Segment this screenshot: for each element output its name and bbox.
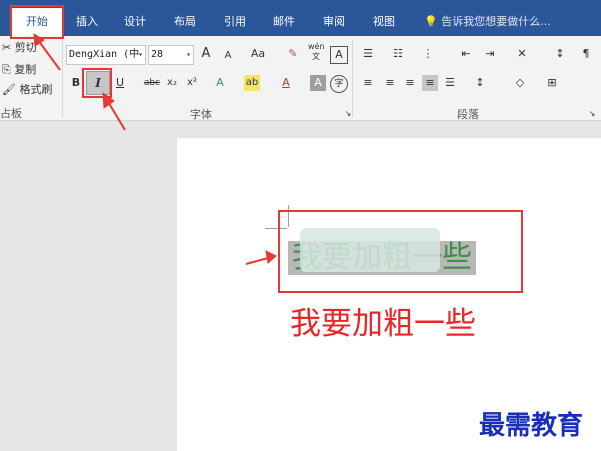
paragraph-shading-icon[interactable]: ◇ (512, 75, 528, 91)
align-left-icon[interactable]: ≡ (360, 75, 376, 91)
font-size-dropdown[interactable]: 28 ▾ (148, 45, 194, 65)
chevron-down-icon: ▾ (138, 50, 143, 59)
highlight-box-selection (278, 210, 523, 293)
copy-button[interactable]: ⎘ 复制 (2, 62, 36, 78)
underline-button[interactable]: U (112, 75, 128, 91)
grow-font-button[interactable]: A (198, 46, 214, 62)
font-color-button[interactable]: A (278, 75, 294, 91)
tab-references[interactable]: 引用 (215, 12, 255, 32)
watermark-logo: 最需教育 (479, 411, 584, 441)
shrink-font-button[interactable]: A (220, 48, 236, 64)
divider (352, 40, 353, 118)
lightbulb-icon: 💡 (424, 15, 438, 28)
highlight-box-home-tab (10, 5, 64, 39)
clipboard-group-label: 占板 (0, 107, 22, 120)
brush-icon: 🖌 (2, 83, 16, 96)
show-marks-icon[interactable]: ¶ (578, 46, 594, 62)
align-center-icon[interactable]: ≡ (382, 75, 398, 91)
chinese-layout-icon[interactable]: ✕ (514, 46, 530, 62)
line-spacing-icon[interactable]: ↕ (472, 75, 488, 91)
borders-icon[interactable]: ⊞ (544, 75, 560, 91)
tab-review[interactable]: 审阅 (314, 12, 354, 32)
change-case-button[interactable]: Aa (246, 46, 270, 62)
highlight-button[interactable]: ab (244, 75, 260, 91)
align-right-icon[interactable]: ≡ (402, 75, 418, 91)
strikethrough-button[interactable]: abc (142, 75, 162, 91)
text-effects-button[interactable]: A (212, 75, 228, 91)
subscript-button[interactable]: x₂ (164, 75, 180, 91)
paragraph-group-label: 段落 (457, 108, 479, 121)
tab-design[interactable]: 设计 (115, 12, 155, 32)
font-group-label: 字体 (190, 108, 212, 121)
highlight-box-italic (82, 68, 112, 98)
superscript-button[interactable]: x² (184, 75, 200, 91)
ribbon-tab-bar: 开始 插入 设计 布局 引用 邮件 审阅 视图 💡 告诉我您想要做什么... (0, 0, 601, 36)
enclose-characters-button[interactable]: 字 (330, 75, 348, 93)
tab-mailings[interactable]: 邮件 (264, 12, 304, 32)
phonetic-guide-button[interactable]: wén 文 (308, 42, 325, 64)
tab-layout[interactable]: 布局 (165, 12, 205, 32)
copy-icon: ⎘ (2, 63, 11, 76)
font-dialog-launcher-icon[interactable]: ↘ (340, 106, 356, 122)
chevron-down-icon: ▾ (186, 50, 191, 59)
decrease-indent-icon[interactable]: ⇤ (458, 46, 474, 62)
increase-indent-icon[interactable]: ⇥ (482, 46, 498, 62)
character-border-button[interactable]: A (330, 46, 348, 64)
tab-insert[interactable]: 插入 (67, 12, 107, 32)
format-painter-button[interactable]: 🖌 格式刷 (2, 82, 52, 98)
justify-icon[interactable]: ≡ (422, 75, 438, 91)
bullets-icon[interactable]: ☰ (360, 46, 376, 62)
result-text: 我要加粗一些 (290, 306, 476, 342)
font-name-dropdown[interactable]: DengXian (中 ▾ (66, 45, 146, 65)
tell-me-text: 告诉我您想要做什么... (441, 15, 551, 28)
divider (62, 40, 63, 118)
distributed-icon[interactable]: ☰ (442, 75, 458, 91)
sort-icon[interactable]: ↕ (552, 46, 568, 62)
multilevel-list-icon[interactable]: ⋮ (420, 46, 436, 62)
numbering-icon[interactable]: ☷ (390, 46, 406, 62)
character-shading-button[interactable]: A (310, 75, 326, 91)
tell-me-box[interactable]: 💡 告诉我您想要做什么... (424, 12, 551, 32)
tab-view[interactable]: 视图 (364, 12, 404, 32)
clear-format-button[interactable]: ✎ (285, 46, 301, 62)
paragraph-dialog-launcher-icon[interactable]: ↘ (584, 106, 600, 122)
cut-button[interactable]: ✂ 剪切 (2, 40, 37, 56)
scissors-icon: ✂ (2, 41, 12, 54)
